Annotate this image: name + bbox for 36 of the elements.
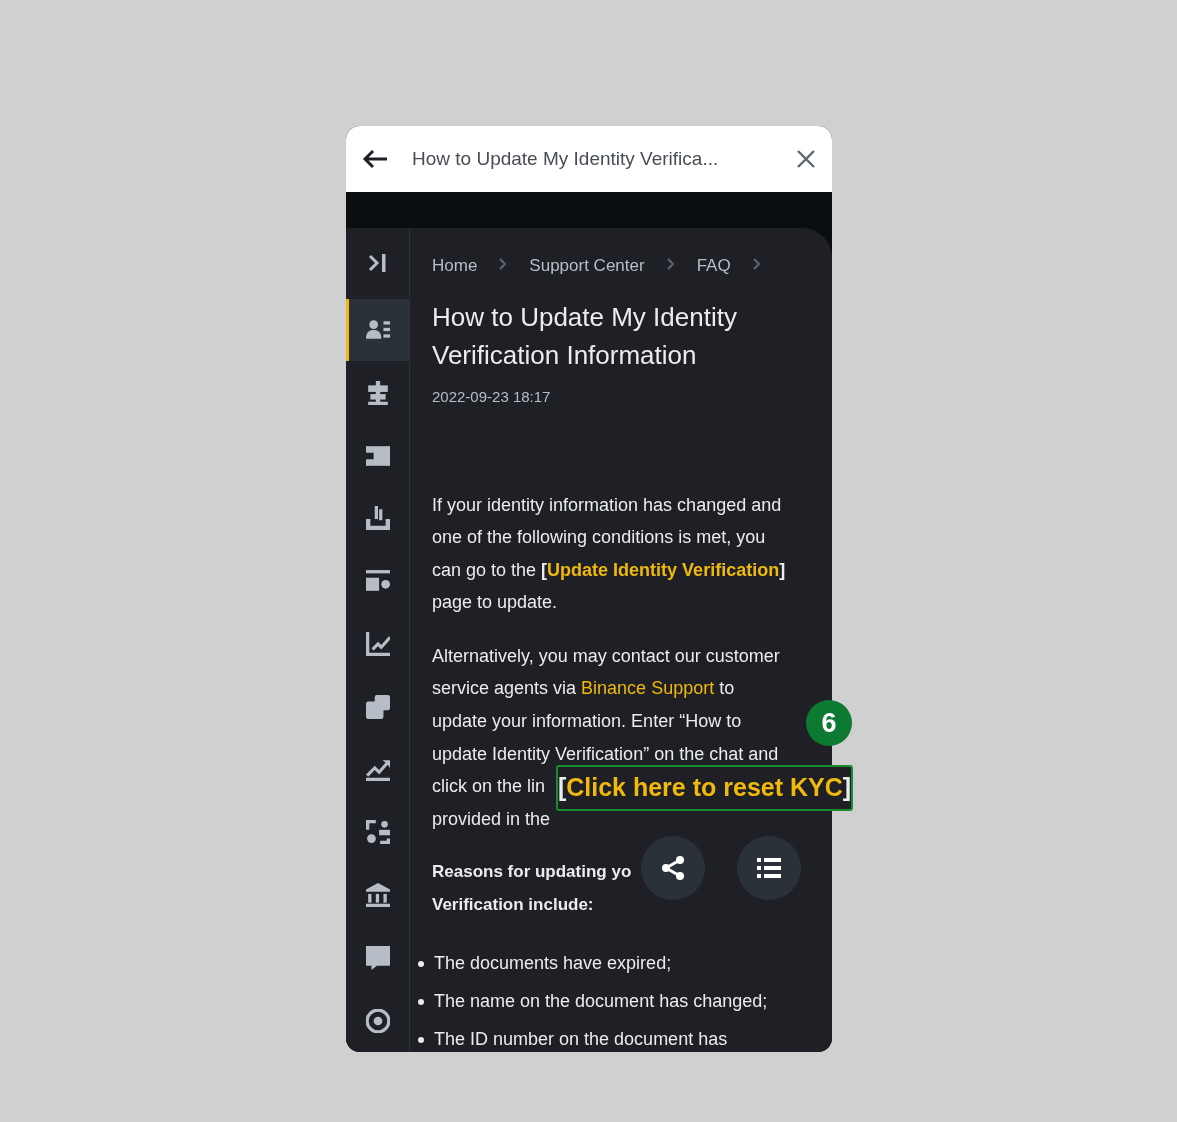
list-item-text: The documents have expired; <box>434 952 672 973</box>
expand-sidebar-icon[interactable] <box>366 252 389 275</box>
chevron-icon <box>499 258 508 270</box>
chart-icon <box>365 631 390 656</box>
bullet-dot <box>418 998 424 1005</box>
target-icon <box>365 1008 390 1033</box>
card-icon <box>365 569 390 594</box>
chevron-icon <box>666 258 675 270</box>
article-date: 2022-09-23 18:17 <box>432 387 552 407</box>
trend-icon <box>365 757 390 782</box>
reset-kyc-callout: [Click here to reset KYC] <box>556 765 853 811</box>
list-item-text: The ID number on the document has <box>434 1028 728 1049</box>
bullet-dot <box>418 1036 424 1043</box>
bullet-dot <box>418 960 424 967</box>
list-item-text: The name on the document has changed; <box>434 990 768 1011</box>
article-title: How to Update My Identity Verification Information <box>432 301 738 372</box>
breadcrumb-link[interactable]: Support Center <box>529 253 645 279</box>
paragraph: If your identity information has changed and one of the following conditions is met, you can go to the [Update Identity Verification] page to update. <box>432 493 787 615</box>
download-icon <box>365 506 390 531</box>
chevron-icon <box>752 258 761 270</box>
breadcrumb-link[interactable]: FAQ <box>696 253 731 279</box>
sidebar-item[interactable] <box>346 298 409 362</box>
page-title: How to Update My Identity Verifica... <box>412 146 720 171</box>
bank-icon <box>365 883 390 908</box>
person-list-icon <box>365 317 390 342</box>
grid-icon <box>365 820 390 845</box>
share-icon <box>660 855 686 881</box>
section-heading: Reasons for updating yo Verification include: <box>432 861 632 917</box>
signpost-icon <box>365 380 390 405</box>
breadcrumb-link[interactable]: Home <box>432 253 478 279</box>
close-icon[interactable] <box>796 149 816 169</box>
text-link[interactable]: Binance Support <box>581 678 715 699</box>
step-number-badge: 6 <box>806 700 852 746</box>
list-icon <box>757 857 781 879</box>
back-arrow-icon[interactable] <box>362 149 388 169</box>
text-link[interactable]: Update Identity Verification <box>547 559 780 580</box>
